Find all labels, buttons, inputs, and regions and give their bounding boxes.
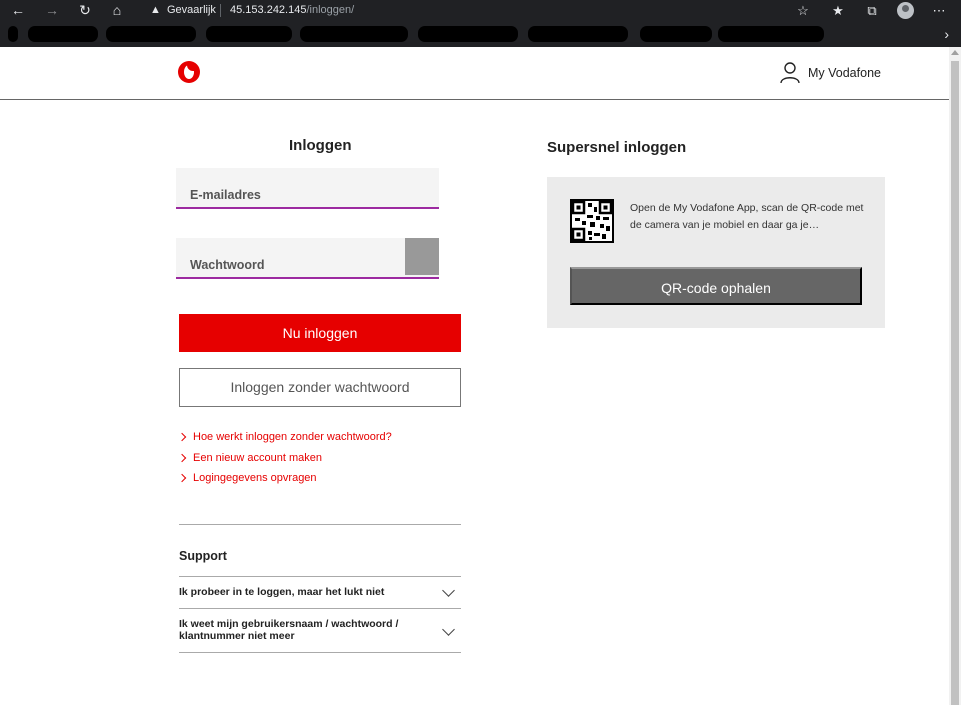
scroll-up-icon[interactable] xyxy=(951,50,959,55)
login-title: Inloggen xyxy=(289,137,352,154)
url-text[interactable]: 45.153.242.145/inloggen/ xyxy=(230,0,354,21)
support-title: Support xyxy=(179,549,227,563)
forward-icon[interactable]: → xyxy=(42,0,62,21)
redacted-bookmark[interactable] xyxy=(106,26,196,42)
redacted-bookmark[interactable] xyxy=(28,26,98,42)
qr-code-graphic xyxy=(571,200,613,242)
qr-panel: Open de My Vodafone App, scan de QR-code… xyxy=(547,177,885,328)
favorite-add-icon[interactable]: ☆ xyxy=(793,0,813,21)
email-field[interactable]: E-mailadres xyxy=(176,168,439,209)
password-field[interactable]: Wachtwoord xyxy=(176,238,439,279)
link-label: Logingegevens opvragen xyxy=(193,472,317,484)
quick-login-title: Supersnel inloggen xyxy=(547,139,687,156)
browser-toolbar: ← → ↻ ⌂ ▲ Gevaarlijk 45.153.242.145/inlo… xyxy=(0,0,961,21)
warning-icon[interactable]: ▲ xyxy=(150,0,161,21)
link-label: Een nieuw account maken xyxy=(193,452,323,464)
bookmarks-bar: › xyxy=(0,21,961,47)
url-host: 45.153.242.145 xyxy=(230,4,307,16)
url-path: /inloggen/ xyxy=(306,4,355,16)
security-label[interactable]: Gevaarlijk xyxy=(167,0,216,21)
profile-avatar[interactable] xyxy=(897,2,914,19)
faq-label: Ik weet mijn gebruikersnaam / wachtwoord… xyxy=(179,618,399,642)
password-visibility-toggle[interactable] xyxy=(405,238,439,275)
email-label: E-mailadres xyxy=(190,188,261,202)
my-vodafone-label: My Vodafone xyxy=(808,66,881,80)
link-label: Hoe werkt inloggen zonder wachtwoord? xyxy=(193,431,392,443)
user-icon xyxy=(780,62,800,84)
site-header: My Vodafone xyxy=(0,47,949,100)
redacted-bookmark[interactable] xyxy=(300,26,408,42)
chevron-right-icon xyxy=(177,453,187,463)
link-request-credentials[interactable]: Logingegevens opvragen xyxy=(177,472,317,484)
more-icon[interactable]: ⋯ xyxy=(929,0,949,21)
chevron-down-icon[interactable] xyxy=(442,623,455,636)
scroll-thumb[interactable] xyxy=(951,61,959,705)
home-icon[interactable]: ⌂ xyxy=(107,0,127,21)
qr-code-icon xyxy=(570,199,614,243)
favorites-icon[interactable]: ★ xyxy=(828,0,848,21)
redacted-bookmark[interactable] xyxy=(528,26,628,42)
link-new-account[interactable]: Een nieuw account maken xyxy=(177,452,323,464)
chevron-right-icon xyxy=(177,432,187,442)
divider xyxy=(179,576,461,577)
password-label: Wachtwoord xyxy=(190,258,265,272)
passwordless-login-button[interactable]: Inloggen zonder wachtwoord xyxy=(179,368,461,407)
divider xyxy=(179,652,461,653)
my-vodafone-link[interactable]: My Vodafone xyxy=(780,62,881,84)
vodafone-logo[interactable] xyxy=(178,61,200,83)
chevron-down-icon xyxy=(442,584,455,597)
redacted-bookmark[interactable] xyxy=(206,26,292,42)
divider xyxy=(179,608,461,609)
page-scrollbar[interactable] xyxy=(949,47,961,705)
faq-label: Ik probeer in te loggen, maar het lukt n… xyxy=(179,586,385,598)
redacted-bookmark[interactable] xyxy=(718,26,824,42)
logo-mark xyxy=(184,65,194,79)
address-bar[interactable]: ▲ Gevaarlijk 45.153.242.145/inloggen/ xyxy=(140,0,820,21)
get-qr-code-button[interactable]: QR-code ophalen xyxy=(570,267,862,305)
bookmarks-overflow-icon[interactable]: › xyxy=(944,21,949,47)
chevron-right-icon xyxy=(177,473,187,483)
back-icon[interactable]: ← xyxy=(8,0,28,21)
login-button[interactable]: Nu inloggen xyxy=(179,314,461,352)
redacted-bookmark[interactable] xyxy=(640,26,712,42)
divider xyxy=(179,524,461,525)
link-how-passwordless[interactable]: Hoe werkt inloggen zonder wachtwoord? xyxy=(177,431,392,443)
faq-item-login-fails[interactable]: Ik probeer in te loggen, maar het lukt n… xyxy=(179,584,461,608)
redacted-bookmark[interactable] xyxy=(418,26,518,42)
collections-icon[interactable]: ⧉ xyxy=(862,0,882,21)
page: My Vodafone Inloggen E-mailadres Wachtwo… xyxy=(0,47,949,705)
reload-icon[interactable]: ↻ xyxy=(75,0,95,21)
qr-description: Open de My Vodafone App, scan de QR-code… xyxy=(630,202,864,231)
address-separator xyxy=(220,4,221,17)
faq-item-forgot-credentials[interactable]: Ik weet mijn gebruikersnaam / wachtwoord… xyxy=(179,618,429,650)
redacted-bookmark[interactable] xyxy=(8,26,18,42)
